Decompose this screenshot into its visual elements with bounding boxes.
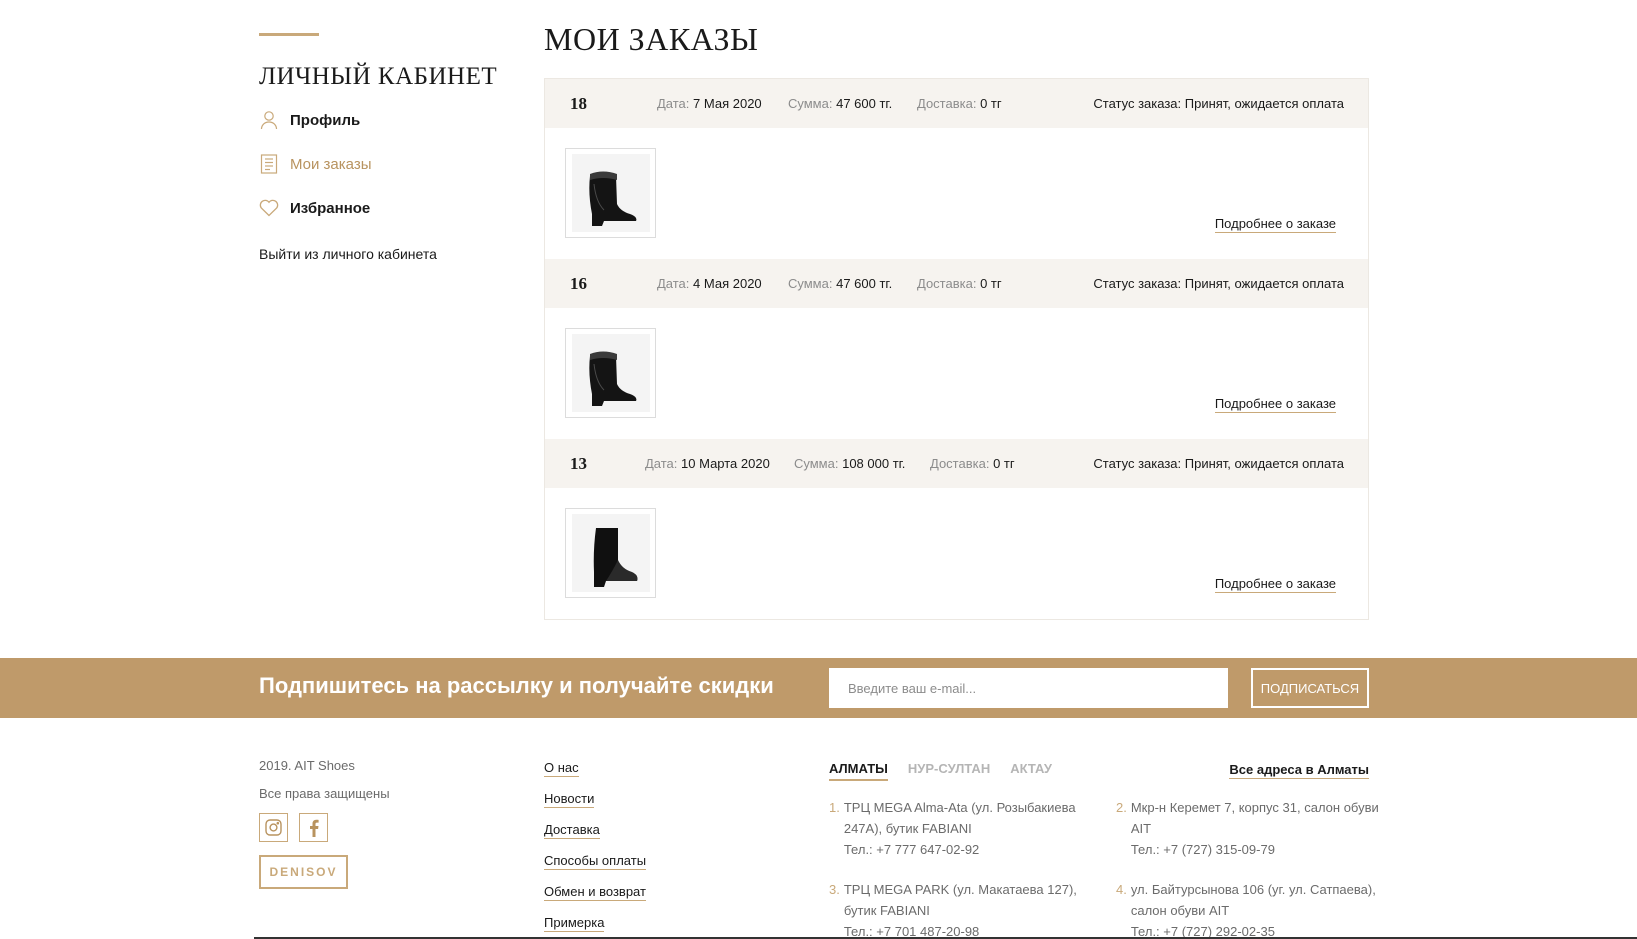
footer-links: О нас Новости Доставка Способы оплаты Об… <box>544 760 647 939</box>
footer-link-fitting[interactable]: Примерка <box>544 915 605 932</box>
email-input[interactable] <box>829 668 1228 708</box>
order-sum: Сумма: 108 000 тг. <box>794 456 906 471</box>
newsletter-title: Подпишитесь на рассылку и получайте скид… <box>259 673 774 698</box>
page-title: МОИ ЗАКАЗЫ <box>544 21 759 57</box>
product-thumbnail[interactable] <box>565 148 656 238</box>
sidebar-item-label: Профиль <box>290 111 361 129</box>
fur-lined-black-ankle-boot-image <box>571 154 650 232</box>
order-delivery: Доставка: 0 тг <box>917 96 1002 111</box>
order-sum: Сумма: 47 600 тг. <box>788 96 893 111</box>
order-sum: Сумма: 47 600 тг. <box>788 276 893 291</box>
tab-nur-sultan[interactable]: НУР-СУЛТАН <box>908 761 990 781</box>
orders-list: 18 Дата: 7 Мая 2020 Сумма: 47 600 тг. До… <box>544 78 1369 620</box>
order-body: Подробнее о заказе <box>545 128 1368 259</box>
footer-link-delivery[interactable]: Доставка <box>544 822 600 839</box>
order-status: Статус заказа: Принят, ожидается оплата <box>1093 276 1344 291</box>
receipt-icon <box>259 154 279 174</box>
footer-brand: 2019. AIT Shoes Все права защищены DENIS… <box>259 758 390 889</box>
order-delivery: Доставка: 0 тг <box>917 276 1002 291</box>
order-details-link[interactable]: Подробнее о заказе <box>1214 396 1336 413</box>
facebook-icon[interactable] <box>299 813 328 842</box>
order-body: Подробнее о заказе <box>545 308 1368 439</box>
footer-link-payment[interactable]: Способы оплаты <box>544 853 647 870</box>
store-address: 3. ТРЦ MEGA PARK (ул. Макатаева 127), бу… <box>829 882 1077 939</box>
developer-logo[interactable]: DENISOV <box>259 855 348 889</box>
decorative-rule <box>259 33 319 36</box>
sidebar-item-label: Избранное <box>290 199 371 217</box>
fur-lined-black-ankle-boot-image <box>571 334 650 412</box>
footer-link-about[interactable]: О нас <box>544 760 579 777</box>
logout-link[interactable]: Выйти из личного кабинета <box>259 246 437 262</box>
account-sidebar: ЛИЧНЫЙ КАБИНЕТ Профиль Мои заказы Избран… <box>259 33 519 264</box>
store-address: 2. Мкр-н Керемет 7, корпус 31, салон обу… <box>1116 800 1379 857</box>
order-number: 16 <box>570 273 587 293</box>
order-date: Дата: 4 Мая 2020 <box>657 276 762 291</box>
product-thumbnail[interactable] <box>565 508 656 598</box>
order-date: Дата: 10 Марта 2020 <box>645 456 770 471</box>
city-tabs: АЛМАТЫ НУР-СУЛТАН АКТАУ <box>829 761 1052 781</box>
order-date: Дата: 7 Мая 2020 <box>657 96 762 111</box>
black-suede-ankle-boot-image <box>571 514 650 592</box>
sidebar-item-label: Мои заказы <box>290 155 372 173</box>
all-addresses-link[interactable]: Все адреса в Алматы <box>1229 762 1369 779</box>
order-header: 18 Дата: 7 Мая 2020 Сумма: 47 600 тг. До… <box>545 79 1368 128</box>
subscribe-button[interactable]: ПОДПИСАТЬСЯ <box>1251 668 1369 708</box>
order-body: Подробнее о заказе <box>545 488 1368 619</box>
store-address: 4. ул. Байтурсынова 106 (уг. ул. Сатпаев… <box>1116 882 1376 939</box>
heart-icon <box>259 198 279 218</box>
product-thumbnail[interactable] <box>565 328 656 418</box>
user-icon <box>259 110 279 130</box>
order-header: 13 Дата: 10 Марта 2020 Сумма: 108 000 тг… <box>545 439 1368 488</box>
order-delivery: Доставка: 0 тг <box>930 456 1015 471</box>
sidebar-item-favorites[interactable]: Избранное <box>259 193 519 223</box>
order-number: 18 <box>570 93 587 113</box>
tab-aktau[interactable]: АКТАУ <box>1010 761 1052 781</box>
instagram-icon[interactable] <box>259 813 288 842</box>
order-details-link[interactable]: Подробнее о заказе <box>1214 216 1336 233</box>
newsletter-band: Подпишитесь на рассылку и получайте скид… <box>0 658 1637 718</box>
orders-main: МОИ ЗАКАЗЫ 18 Дата: 7 Мая 2020 Сумма: 47… <box>544 18 1369 620</box>
order-header: 16 Дата: 4 Мая 2020 Сумма: 47 600 тг. До… <box>545 259 1368 308</box>
order-details-link[interactable]: Подробнее о заказе <box>1214 576 1336 593</box>
store-address: 1. ТРЦ MEGA Alma-Ata (ул. Розыбакиева 24… <box>829 800 1076 857</box>
rights-text: Все права защищены <box>259 786 390 801</box>
copyright: 2019. AIT Shoes <box>259 758 355 773</box>
order-status: Статус заказа: Принят, ожидается оплата <box>1093 456 1344 471</box>
footer-link-news[interactable]: Новости <box>544 791 595 808</box>
footer-link-returns[interactable]: Обмен и возврат <box>544 884 646 901</box>
order-number: 13 <box>570 453 587 473</box>
sidebar-item-orders[interactable]: Мои заказы <box>259 149 519 179</box>
sidebar-item-profile[interactable]: Профиль <box>259 105 519 135</box>
social-links <box>259 813 390 842</box>
sidebar-title: ЛИЧНЫЙ КАБИНЕТ <box>259 63 498 90</box>
tab-almaty[interactable]: АЛМАТЫ <box>829 761 888 781</box>
order-status: Статус заказа: Принят, ожидается оплата <box>1093 96 1344 111</box>
